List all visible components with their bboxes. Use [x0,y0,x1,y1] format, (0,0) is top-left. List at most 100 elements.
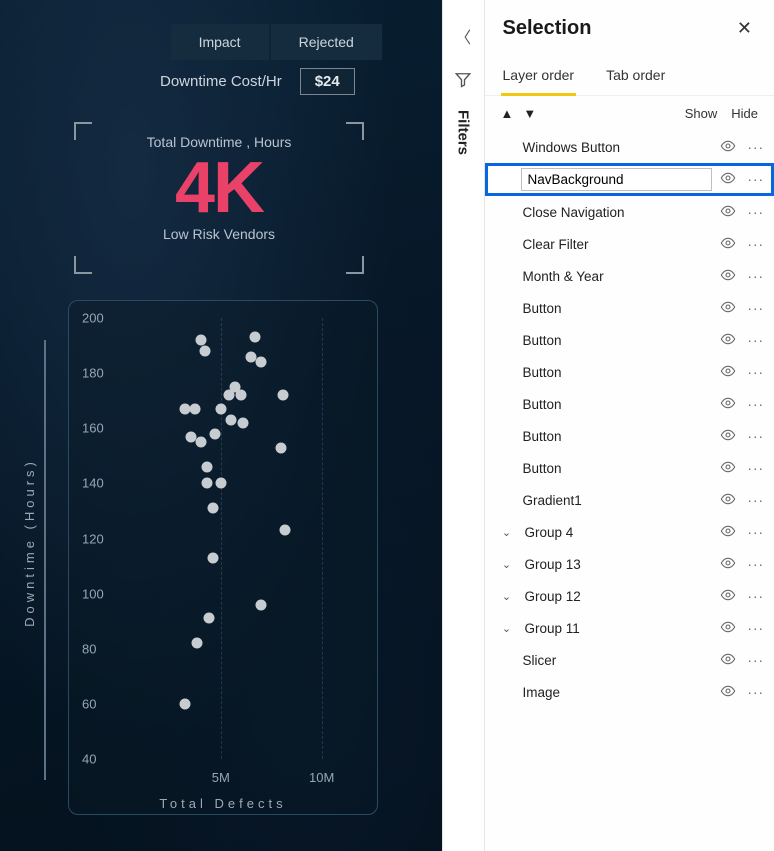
selection-item[interactable]: Gradient1··· [485,484,774,516]
more-options-icon[interactable]: ··· [744,301,765,316]
selection-item-label: Month & Year [521,269,712,284]
selection-item[interactable]: Slicer··· [485,644,774,676]
selection-item[interactable]: ⌄Group 12··· [485,580,774,612]
chart-point[interactable] [236,390,247,401]
visibility-eye-icon[interactable] [718,331,738,350]
tab-tab-order[interactable]: Tab order [606,57,665,95]
more-options-icon[interactable]: ··· [744,525,765,540]
tab-layer-order[interactable]: Layer order [503,57,575,95]
metric-title: Total Downtime , Hours [74,122,364,150]
visibility-eye-icon[interactable] [718,619,738,638]
selection-item[interactable]: Button··· [485,356,774,388]
kpi-value-box[interactable]: $24 [300,68,355,95]
visibility-eye-icon[interactable] [718,587,738,606]
tab-rejected[interactable]: Rejected [271,24,382,60]
filters-expand-icon[interactable]: 〈 [455,24,471,48]
more-options-icon[interactable]: ··· [744,172,765,187]
tab-impact[interactable]: Impact [171,24,269,60]
visibility-eye-icon[interactable] [718,427,738,446]
more-options-icon[interactable]: ··· [744,269,765,284]
move-down-icon[interactable]: ▼ [523,106,536,121]
chart-point[interactable] [189,403,200,414]
more-options-icon[interactable]: ··· [744,461,765,476]
selection-item[interactable]: Month & Year ··· [485,260,774,292]
hide-all-button[interactable]: Hide [731,106,758,121]
filters-pane-collapsed[interactable]: 〈 Filters [442,0,485,851]
more-options-icon[interactable]: ··· [744,557,765,572]
selection-item[interactable]: Image··· [485,676,774,708]
visibility-eye-icon[interactable] [718,491,738,510]
chevron-down-icon[interactable]: ⌄ [499,590,515,603]
chevron-down-icon[interactable]: ⌄ [499,622,515,635]
chart-point[interactable] [201,461,212,472]
chart-point[interactable] [225,414,236,425]
chevron-down-icon[interactable]: ⌄ [499,558,515,571]
chart-point[interactable] [276,442,287,453]
chart-point[interactable] [199,346,210,357]
chart-point[interactable] [195,335,206,346]
selection-item[interactable]: Button··· [485,420,774,452]
more-options-icon[interactable]: ··· [744,237,765,252]
more-options-icon[interactable]: ··· [744,397,765,412]
selection-item[interactable]: Close Navigation··· [485,196,774,228]
move-up-icon[interactable]: ▲ [501,106,514,121]
visibility-eye-icon[interactable] [718,651,738,670]
more-options-icon[interactable]: ··· [744,493,765,508]
chart-point[interactable] [280,525,291,536]
metric-card[interactable]: Total Downtime , Hours 4K Low Risk Vendo… [74,122,364,274]
chevron-down-icon[interactable]: ⌄ [499,526,515,539]
chart-point[interactable] [207,503,218,514]
close-icon[interactable]: ✕ [733,14,756,43]
visibility-eye-icon[interactable] [718,363,738,382]
selection-item[interactable]: Windows Button··· [485,131,774,163]
chart-point[interactable] [201,478,212,489]
selection-item-rename-input[interactable] [521,168,712,191]
visibility-eye-icon[interactable] [718,170,738,189]
chart-point[interactable] [209,428,220,439]
visibility-eye-icon[interactable] [718,235,738,254]
visibility-eye-icon[interactable] [718,395,738,414]
chart-point[interactable] [179,698,190,709]
chart-point[interactable] [215,403,226,414]
chart-point[interactable] [256,357,267,368]
visibility-eye-icon[interactable] [718,299,738,318]
selection-item[interactable]: ⌄Group 4··· [485,516,774,548]
chart-point[interactable] [195,437,206,448]
selection-item[interactable]: Clear Filter··· [485,228,774,260]
selection-item[interactable]: Button··· [485,292,774,324]
more-options-icon[interactable]: ··· [744,429,765,444]
selection-item[interactable]: Button··· [485,324,774,356]
chart-point[interactable] [191,638,202,649]
more-options-icon[interactable]: ··· [744,653,765,668]
more-options-icon[interactable]: ··· [744,205,765,220]
chart-point[interactable] [250,332,261,343]
chart-point[interactable] [207,552,218,563]
selection-subtabs: Layer order Tab order [485,51,774,96]
visibility-eye-icon[interactable] [718,459,738,478]
chart-point[interactable] [203,613,214,624]
show-all-button[interactable]: Show [685,106,718,121]
more-options-icon[interactable]: ··· [744,333,765,348]
selection-item[interactable]: Button··· [485,452,774,484]
more-options-icon[interactable]: ··· [744,589,765,604]
chart-point[interactable] [256,599,267,610]
selection-item[interactable]: ⌄Group 11··· [485,612,774,644]
visibility-eye-icon[interactable] [718,523,738,542]
chart-point[interactable] [238,417,249,428]
selection-item[interactable]: ⌄Group 13··· [485,548,774,580]
visibility-eye-icon[interactable] [718,267,738,286]
more-options-icon[interactable]: ··· [744,685,765,700]
visibility-eye-icon[interactable] [718,683,738,702]
more-options-icon[interactable]: ··· [744,140,765,155]
scatter-chart[interactable]: Total Defects 5M10M406080100120140160180… [68,300,378,815]
more-options-icon[interactable]: ··· [744,621,765,636]
chart-point[interactable] [223,390,234,401]
chart-point[interactable] [278,390,289,401]
selection-item[interactable]: Button··· [485,388,774,420]
visibility-eye-icon[interactable] [718,138,738,157]
visibility-eye-icon[interactable] [718,555,738,574]
more-options-icon[interactable]: ··· [744,365,765,380]
visibility-eye-icon[interactable] [718,203,738,222]
chart-point[interactable] [215,478,226,489]
selection-item[interactable]: ··· [485,163,774,196]
